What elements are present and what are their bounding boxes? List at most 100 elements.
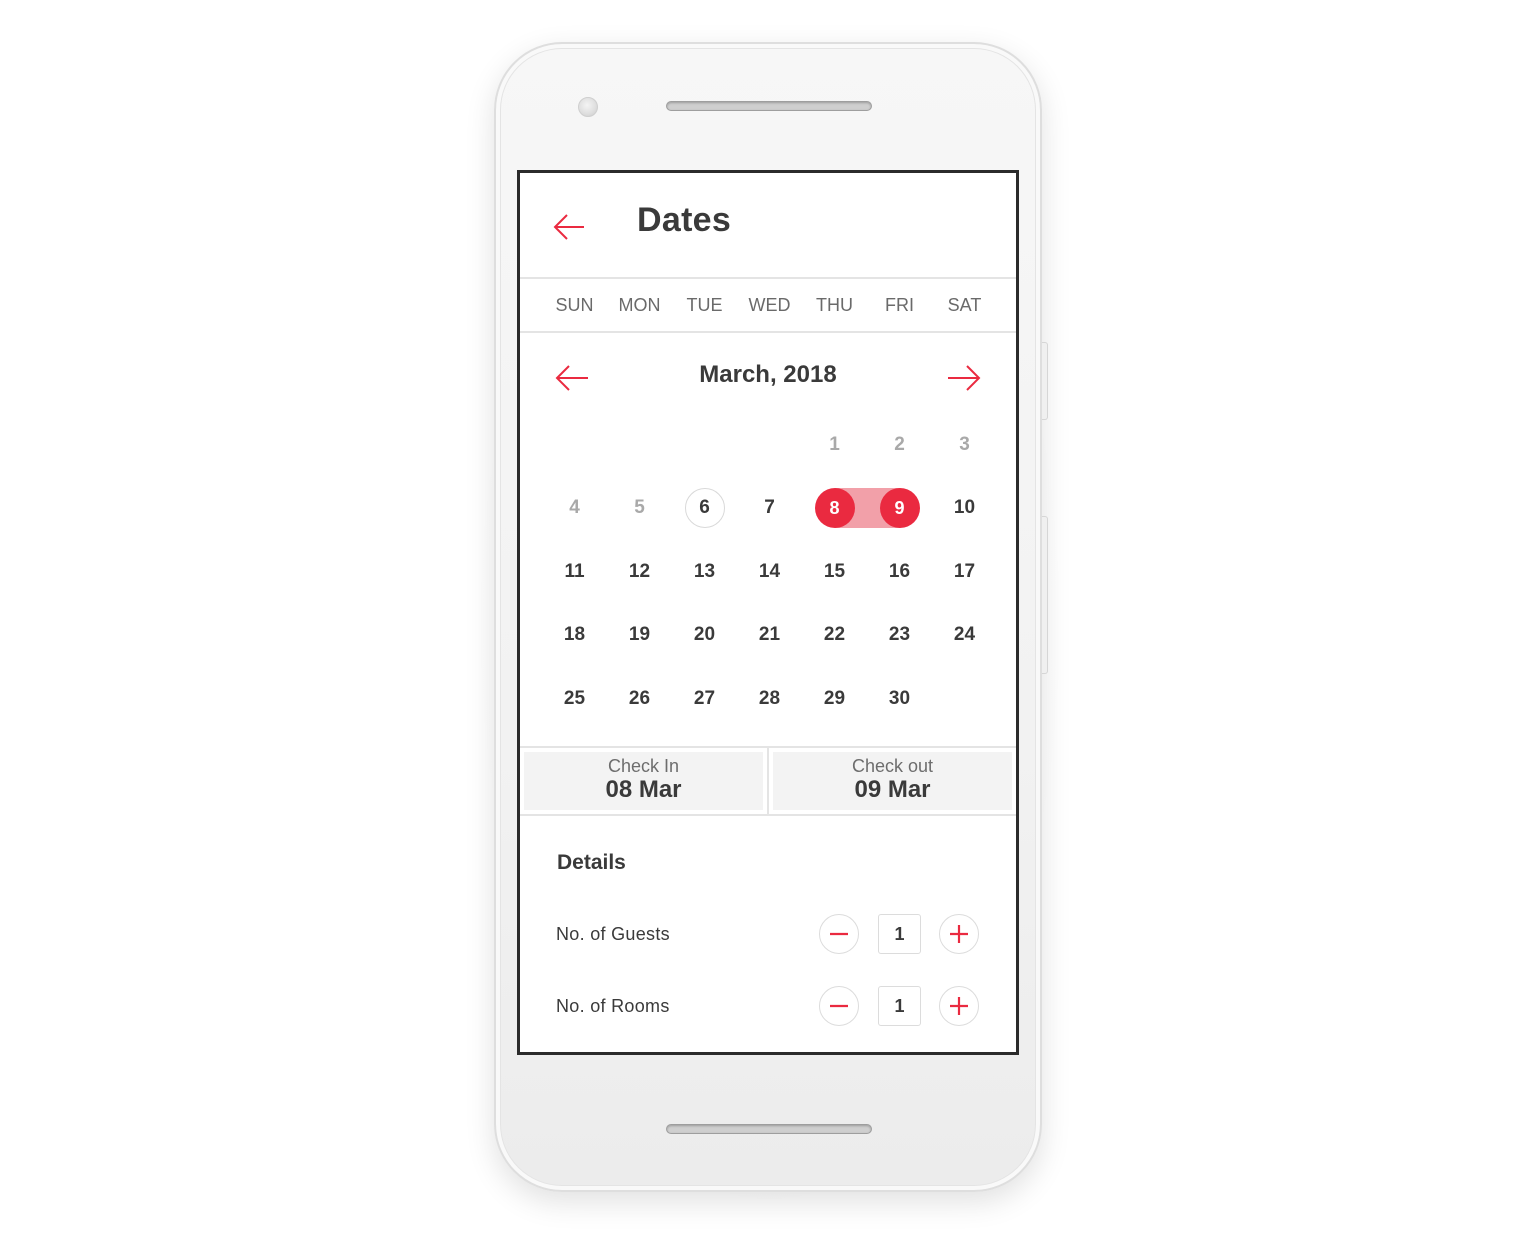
- calendar-day-number: 20: [693, 624, 716, 646]
- divider: [767, 748, 769, 814]
- calendar-day-number: 8: [814, 488, 855, 529]
- calendar-empty-cell: [672, 413, 737, 477]
- decrease-guests-button[interactable]: [819, 914, 859, 954]
- calendar-day-number: 17: [953, 560, 976, 582]
- rooms-count[interactable]: 1: [878, 986, 921, 1026]
- calendar-day[interactable]: 6: [672, 477, 737, 541]
- calendar-grid: 1 2 3 4 5 6 7 8 9 10 11 12 13 14 15 16 17 18 19 20 21 22 23 24 2…: [542, 413, 997, 731]
- calendar-empty-cell: [932, 667, 997, 731]
- calendar-day[interactable]: 30: [867, 667, 932, 731]
- calendar-day[interactable]: 25: [542, 667, 607, 731]
- calendar-day-number: 4: [569, 497, 580, 519]
- calendar-day[interactable]: 1: [802, 413, 867, 477]
- weekday-wed: WED: [748, 295, 791, 315]
- front-camera: [578, 97, 598, 117]
- calendar-week: 1 2 3: [542, 413, 997, 477]
- calendar-week: 11 12 13 14 15 16 17: [542, 540, 997, 604]
- calendar-empty-cell: [542, 413, 607, 477]
- calendar-day-number: 13: [693, 560, 716, 582]
- calendar-day-number: 21: [758, 624, 781, 646]
- check-out-label: Check out: [851, 756, 934, 776]
- calendar-day-number: 14: [758, 560, 781, 582]
- plus-icon: [950, 997, 968, 1015]
- weekday-mon: MON: [618, 295, 661, 315]
- calendar-day[interactable]: 14: [737, 540, 802, 604]
- check-dates-bar: Check In 08 Mar Check out 09 Mar: [520, 746, 1016, 816]
- calendar-day-number: 5: [634, 497, 645, 519]
- bottom-speaker: [666, 1124, 872, 1134]
- calendar-day-number: 18: [563, 624, 586, 646]
- calendar-day-number: 27: [693, 687, 716, 709]
- check-out-field[interactable]: Check out 09 Mar: [773, 752, 1012, 810]
- check-in-value: 08 Mar: [605, 776, 682, 803]
- calendar-day-number: 24: [953, 624, 976, 646]
- guests-label: No. of Guests: [556, 924, 670, 944]
- calendar-week: 4 5 6 7 8 9 10: [542, 477, 997, 541]
- rooms-label: No. of Rooms: [556, 996, 670, 1016]
- calendar-day[interactable]: 7: [737, 477, 802, 541]
- calendar-day-number: 16: [888, 560, 911, 582]
- calendar-day[interactable]: 27: [672, 667, 737, 731]
- calendar-day-number: 10: [953, 497, 976, 519]
- calendar-day-number: 25: [563, 687, 586, 709]
- calendar-empty-cell: [607, 413, 672, 477]
- calendar-day[interactable]: 28: [737, 667, 802, 731]
- arrow-left-icon: [553, 214, 584, 240]
- calendar-day-number: 15: [823, 560, 846, 582]
- guests-row: No. of Guests 1: [520, 913, 1016, 957]
- minus-icon: [830, 932, 848, 936]
- next-month-button[interactable]: [944, 361, 982, 395]
- calendar-day-number: 26: [628, 687, 651, 709]
- calendar-day[interactable]: 23: [867, 604, 932, 668]
- calendar-day[interactable]: 5: [607, 477, 672, 541]
- calendar-day[interactable]: 2: [867, 413, 932, 477]
- calendar-day[interactable]: 12: [607, 540, 672, 604]
- app-header: Dates: [520, 173, 1016, 279]
- calendar-day-number: 22: [823, 624, 846, 646]
- calendar-day[interactable]: 20: [672, 604, 737, 668]
- calendar-day[interactable]: 29: [802, 667, 867, 731]
- calendar-day[interactable]: 10: [932, 477, 997, 541]
- calendar-day[interactable]: 15: [802, 540, 867, 604]
- power-button: [1042, 342, 1048, 420]
- weekday-sun: SUN: [555, 295, 594, 315]
- calendar-day-number: 7: [764, 497, 775, 519]
- calendar-day-number: 12: [628, 560, 651, 582]
- guests-count[interactable]: 1: [878, 914, 921, 954]
- weekday-thu: THU: [816, 295, 853, 315]
- app-screen: Dates SUN MON TUE WED THU FRI SAT March,…: [517, 170, 1019, 1055]
- rooms-row: No. of Rooms 1: [520, 985, 1016, 1029]
- calendar-day-number: 29: [823, 687, 846, 709]
- minus-icon: [830, 1004, 848, 1008]
- calendar-day[interactable]: 17: [932, 540, 997, 604]
- weekday-header: SUN MON TUE WED THU FRI SAT: [520, 279, 1016, 333]
- calendar-day[interactable]: 19: [607, 604, 672, 668]
- calendar-day[interactable]: 11: [542, 540, 607, 604]
- check-in-label: Check In: [607, 756, 680, 776]
- calendar-day[interactable]: 24: [932, 604, 997, 668]
- weekday-sat: SAT: [947, 295, 982, 315]
- decrease-rooms-button[interactable]: [819, 986, 859, 1026]
- calendar-day[interactable]: 16: [867, 540, 932, 604]
- calendar-day[interactable]: 4: [542, 477, 607, 541]
- details-heading: Details: [557, 851, 626, 874]
- check-in-field[interactable]: Check In 08 Mar: [524, 752, 763, 810]
- calendar-day-number: 19: [628, 624, 651, 646]
- back-button[interactable]: [550, 207, 590, 247]
- calendar-day[interactable]: 13: [672, 540, 737, 604]
- calendar-day-number: 6: [684, 488, 725, 529]
- calendar-day[interactable]: 3: [932, 413, 997, 477]
- calendar-day-number: 9: [879, 488, 920, 529]
- increase-guests-button[interactable]: [939, 914, 979, 954]
- check-out-value: 09 Mar: [854, 776, 931, 803]
- weekday-fri: FRI: [885, 295, 914, 315]
- calendar-day[interactable]: 21: [737, 604, 802, 668]
- calendar-week: 25 26 27 28 29 30: [542, 667, 997, 731]
- calendar-day[interactable]: 26: [607, 667, 672, 731]
- calendar-day-number: 28: [758, 687, 781, 709]
- month-navigation: March, 2018: [520, 353, 1016, 403]
- increase-rooms-button[interactable]: [939, 986, 979, 1026]
- volume-button: [1042, 516, 1048, 674]
- calendar-day[interactable]: 22: [802, 604, 867, 668]
- calendar-day[interactable]: 18: [542, 604, 607, 668]
